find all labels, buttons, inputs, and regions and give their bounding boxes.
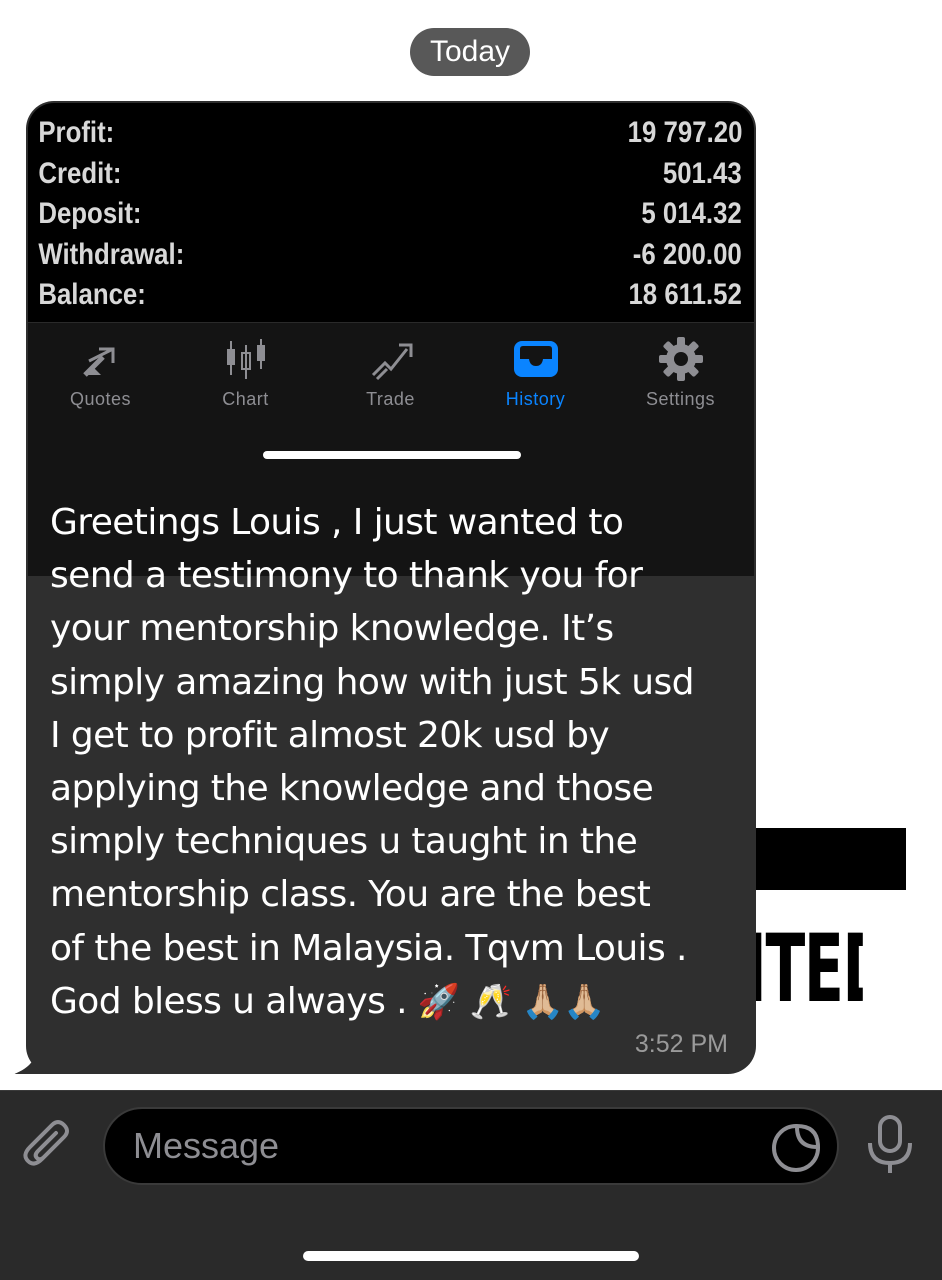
composer-bar	[0, 1090, 942, 1280]
tab-settings[interactable]: Settings	[608, 335, 753, 415]
tab-quotes[interactable]: Quotes	[28, 335, 173, 415]
gear-icon	[658, 337, 703, 381]
message-line: mentorship class. You are the best	[50, 874, 651, 916]
summary-value-row: 501.43	[28, 154, 754, 195]
home-indicator	[303, 1251, 639, 1261]
message-text: Greetings Louis , I just wanted to send …	[50, 496, 740, 1028]
summary-value-credit: 501.43	[663, 156, 742, 190]
quotes-icon	[82, 347, 114, 377]
message-field[interactable]	[103, 1107, 839, 1185]
message-bubble[interactable]: Profit: Credit: Deposit: Withdrawal: Bal…	[26, 101, 756, 1074]
sticker-icon[interactable]	[771, 1123, 821, 1173]
tab-label: Settings	[645, 389, 716, 409]
summary-value-row: 5 014.32	[28, 194, 754, 235]
message-timestamp: 3:52 PM	[634, 1030, 728, 1058]
tab-trade[interactable]: Trade	[318, 335, 463, 415]
chart-candles-icon	[226, 339, 265, 379]
tab-label: Trade	[366, 389, 415, 409]
summary-value-balance: 18 611.52	[628, 278, 742, 311]
tab-chart[interactable]: Chart	[173, 335, 318, 415]
message-line: I get to profit almost 20k usd by	[50, 714, 610, 756]
tab-label: Chart	[222, 389, 269, 409]
message-line-last: God bless u always . 🚀 🥂 🙏🏼🙏🏼	[50, 975, 740, 1028]
message-line: of the best in Malaysia. Tqvm Louis .	[50, 927, 687, 969]
emoji-group: 🚀 🥂 🙏🏼🙏🏼	[417, 981, 606, 1022]
message-line: simply techniques u taught in the	[50, 821, 638, 863]
tab-label: History	[505, 389, 566, 409]
summary-values: 19 797.20 501.43 5 014.32 -6 200.00 18 6…	[28, 113, 754, 316]
message-line: God bless u always .	[50, 980, 408, 1022]
message-line: simply amazing how with just 5k usd	[50, 661, 695, 703]
screenshot-home-indicator	[263, 451, 521, 459]
tab-history[interactable]: History	[463, 335, 608, 415]
summary-value-profit: 19 797.20	[627, 116, 742, 149]
summary-value-row: -6 200.00	[28, 235, 754, 276]
message-line: your mentorship knowledge. It’s	[50, 608, 614, 650]
wallpaper-bar	[752, 828, 906, 890]
message-line: send a testimony to thank you for	[50, 555, 643, 597]
summary-value-row: 19 797.20	[28, 113, 754, 154]
message-line: applying the knowledge and those	[50, 767, 654, 809]
trade-icon	[371, 343, 412, 381]
paperclip-icon[interactable]	[22, 1119, 78, 1175]
tab-label: Quotes	[69, 389, 132, 409]
date-separator: Today	[410, 28, 530, 76]
summary-value-row: 18 611.52	[28, 275, 754, 316]
history-inbox-icon	[513, 341, 558, 377]
wallpaper-text: ITED	[745, 920, 863, 1020]
summary-value-deposit: 5 014.32	[641, 197, 742, 230]
microphone-icon[interactable]	[862, 1115, 918, 1175]
message-line: Greetings Louis , I just wanted to	[50, 502, 624, 543]
summary-value-withdrawal: -6 200.00	[632, 237, 742, 271]
message-input[interactable]	[133, 1109, 753, 1183]
